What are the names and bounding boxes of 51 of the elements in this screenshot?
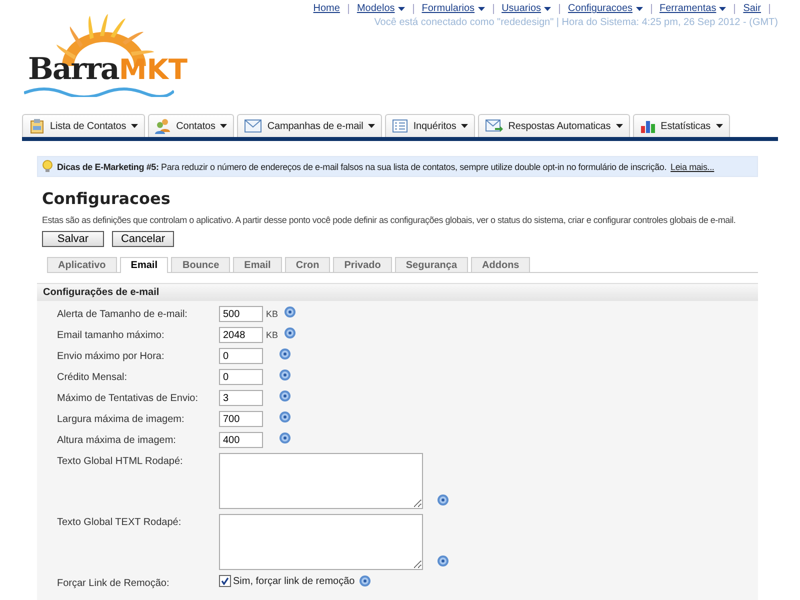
settings-tab[interactable]: Email (233, 257, 282, 272)
save-button[interactable]: Salvar (42, 231, 104, 247)
cancel-button[interactable]: Cancelar (112, 231, 174, 247)
nav-link[interactable]: Home (313, 3, 340, 14)
menu-tab[interactable]: Respostas Automaticas (478, 114, 630, 137)
checkbox-option[interactable]: Sim, forçar link de remoção (219, 575, 355, 587)
field-label: Forçar Link de Remoção: (57, 577, 170, 589)
input-field[interactable]: 0 (219, 348, 263, 364)
menu-tab[interactable]: Estatísticas (632, 114, 730, 137)
settings-tab[interactable]: Privado (333, 257, 392, 272)
field-label: Largura máxima de imagem: (57, 413, 186, 425)
settings-tab[interactable]: Bounce (171, 257, 230, 272)
input-field[interactable]: 700 (219, 411, 263, 427)
field-label: Texto Global TEXT Rodapé: (57, 516, 182, 528)
nav-link[interactable]: Sair (743, 3, 761, 14)
logo-text: Barra (28, 52, 119, 87)
nav-link[interactable]: Usuarios (502, 3, 552, 14)
settings-tab[interactable]: Addons (471, 257, 530, 272)
input-field[interactable]: 0 (219, 369, 263, 385)
unit-label: KB (266, 330, 278, 340)
field-label: Alerta de Tamanho de e-mail: (57, 308, 188, 320)
tip-text: Dicas de E-Marketing #5: Para reduzir o número de endereços de e-mail falsos na sua lista de contatos, sempre utilize double opt-in no formulário de inscrição. (57, 162, 667, 172)
menu-tab[interactable]: Lista de Contatos (22, 114, 146, 137)
field-label: Altura máxima de imagem: (57, 434, 177, 446)
page-title: Configuracoes (42, 189, 172, 208)
menu-tab[interactable]: Inquéritos (385, 114, 476, 137)
settings-tab[interactable]: Email (120, 257, 168, 273)
settings-tab[interactable]: Cron (284, 257, 330, 272)
nav-link[interactable]: Configuracoes (568, 3, 643, 14)
input-field[interactable]: 400 (219, 432, 263, 448)
input-field[interactable]: 2048 (219, 327, 263, 343)
unit-label: KB (266, 309, 278, 319)
nav-link[interactable]: Modelos (356, 3, 405, 14)
field-label: Máximo de Tentativas de Envio: (57, 392, 200, 404)
page-description: Estas são as definições que controlam o aplicativo. A partir desse ponto você pode definir as configurações globais, ver o status do sistema, criar e configurar controles globais de e-mail. (42, 215, 736, 225)
nav-link[interactable]: Formularios (422, 3, 485, 14)
field-label: Texto Global HTML Rodapé: (57, 455, 184, 467)
login-status: Você está conectado como "rededesign" | Hora do Sistema: 4:25 pm, 26 Sep 2012 - (GMT) (374, 17, 778, 28)
read-more-link[interactable]: Leia mais... (670, 162, 714, 172)
settings-tab[interactable]: Segurança (394, 257, 468, 272)
logo-text: MKT (118, 53, 188, 86)
nav-link[interactable]: Ferramentas (660, 3, 726, 14)
settings-tab[interactable]: Aplicativo (47, 257, 117, 272)
input-field[interactable]: 500 (219, 306, 263, 322)
field-label: Crédito Mensal: (57, 371, 128, 383)
field-label: Email tamanho máximo: (57, 329, 166, 341)
menu-tab[interactable]: Campanhas de e-mail (237, 114, 382, 137)
input-field[interactable]: 3 (219, 390, 263, 406)
menu-tab[interactable]: Contatos (148, 114, 234, 137)
section-header: Configurações de e-mail (37, 283, 758, 301)
field-label: Envio máximo por Hora: (57, 350, 166, 362)
